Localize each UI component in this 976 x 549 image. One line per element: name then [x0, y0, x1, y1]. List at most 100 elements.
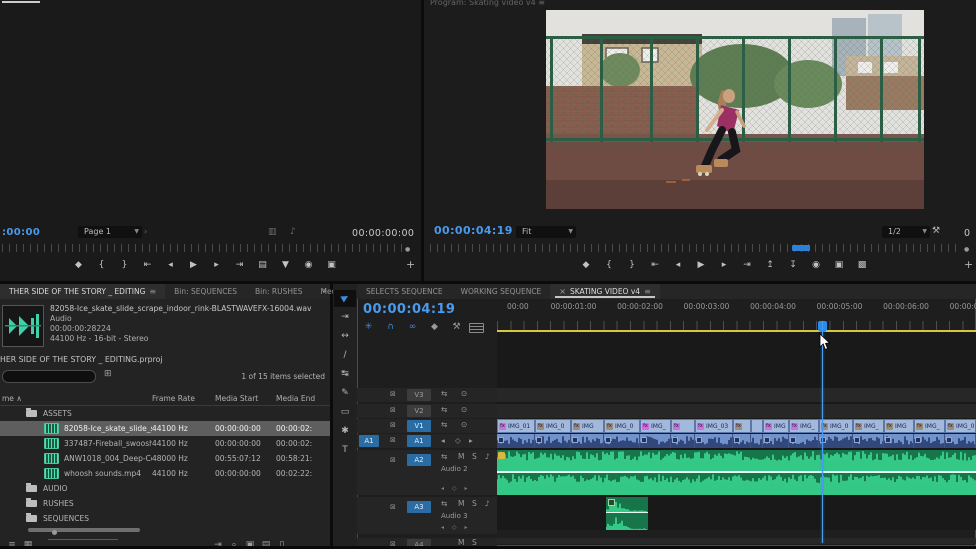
- button-editor-icon[interactable]: +: [406, 258, 415, 271]
- audio-clip-segment[interactable]: [884, 434, 914, 448]
- lock-icon[interactable]: ⊠: [390, 436, 396, 444]
- sync-lock-icon[interactable]: ⇆: [441, 405, 447, 414]
- track-label-a1[interactable]: A1: [407, 435, 431, 447]
- step-forward-icon[interactable]: ▸: [717, 257, 731, 273]
- rectangle-tool[interactable]: ▭: [334, 404, 356, 421]
- lock-icon[interactable]: ⊠: [390, 456, 396, 464]
- video-clip[interactable]: fx IMG_0: [604, 419, 640, 433]
- mute-button[interactable]: M: [458, 452, 464, 461]
- sync-lock-icon[interactable]: ⇆: [441, 389, 447, 398]
- column-media-start[interactable]: Media Start: [215, 394, 258, 403]
- playback-resolution-select[interactable]: 1/2 ▼: [882, 226, 930, 238]
- next-page-icon[interactable]: ›: [144, 227, 147, 236]
- ripple-edit-tool[interactable]: ↔: [334, 328, 356, 345]
- keyframe-controls[interactable]: ◂ ◇ ▸: [441, 485, 470, 492]
- insert-icon[interactable]: ▤: [256, 257, 270, 273]
- razor-tool[interactable]: ∕: [334, 347, 356, 364]
- track-label-v2[interactable]: V2: [407, 405, 431, 417]
- audio-clip-segment[interactable]: [751, 434, 763, 448]
- track-visibility-icon[interactable]: ⊙: [461, 405, 467, 414]
- audio-clip-segment[interactable]: [733, 434, 751, 448]
- bin-row[interactable]: SEQUENCES: [0, 511, 330, 526]
- drag-audio-icon[interactable]: ♪: [290, 227, 296, 237]
- zoom-handle-icon[interactable]: ●: [964, 246, 969, 253]
- audio-clip-a2[interactable]: [497, 450, 976, 495]
- add-keyframe-icon[interactable]: ◇: [455, 436, 461, 445]
- asset-row[interactable]: 82058-Ice_skate_slide_scrape_indoo44100 …: [0, 421, 330, 436]
- go-to-in-icon[interactable]: ⇤: [648, 257, 662, 273]
- mute-button[interactable]: M: [458, 499, 464, 508]
- audio-clip-segment[interactable]: [571, 434, 604, 448]
- panel-menu-icon[interactable]: ≡: [149, 284, 156, 299]
- audio-clip-segment[interactable]: [535, 434, 571, 448]
- column-media-end[interactable]: Media End: [276, 394, 315, 403]
- hand-tool[interactable]: ✱: [334, 423, 356, 440]
- play-icon[interactable]: ▶: [694, 257, 708, 273]
- audio-clip-segment[interactable]: [640, 434, 671, 448]
- solo-button[interactable]: S: [472, 452, 477, 461]
- mark-in-icon[interactable]: {: [95, 257, 109, 273]
- audio-clip-segment[interactable]: [789, 434, 819, 448]
- comparison-view-icon[interactable]: ▣: [325, 257, 339, 273]
- track-v2-content[interactable]: [497, 404, 976, 418]
- asset-row[interactable]: 337487-Fireball_swooshing_-flame_44100 H…: [0, 436, 330, 451]
- audio-clip-segment[interactable]: [945, 434, 976, 448]
- bin-row[interactable]: RUSHES: [0, 496, 330, 511]
- lift-icon[interactable]: ↥: [763, 257, 777, 273]
- video-clip[interactable]: fx IMG_0: [535, 419, 571, 433]
- program-scrub-ruler[interactable]: [430, 244, 962, 252]
- audio-clip-segment[interactable]: [695, 434, 733, 448]
- zoom-handle-icon[interactable]: ●: [405, 246, 410, 253]
- search-input[interactable]: [2, 370, 96, 383]
- audio-clip-segment[interactable]: [671, 434, 695, 448]
- track-visibility-icon[interactable]: ⊙: [461, 420, 467, 429]
- time-ruler[interactable]: 00:00 00:00:01:00 00:00:02:00 00:00:03:00 00…: [497, 300, 976, 330]
- button-editor-icon[interactable]: +: [964, 258, 973, 271]
- track-label-v1[interactable]: V1: [407, 420, 431, 432]
- export-frame-icon[interactable]: ◉: [302, 257, 316, 273]
- sync-lock-icon[interactable]: ⇆: [441, 499, 447, 508]
- lock-icon[interactable]: ⊠: [390, 390, 396, 398]
- drag-video-icon[interactable]: ▥: [268, 227, 277, 237]
- tab-skating-video-v4[interactable]: × SKATING VIDEO v4 ≡: [550, 284, 660, 299]
- track-visibility-icon[interactable]: ⊙: [461, 389, 467, 398]
- audio-clip-segment[interactable]: [914, 434, 945, 448]
- audio-clip-segment[interactable]: [853, 434, 884, 448]
- add-marker-icon[interactable]: ◆: [72, 257, 86, 273]
- video-clip[interactable]: fx IMG_: [789, 419, 819, 433]
- video-clip[interactable]: fx IMG: [763, 419, 789, 433]
- video-clip[interactable]: fx IMG_: [640, 419, 671, 433]
- pen-tool[interactable]: ✎: [334, 385, 356, 402]
- video-clip[interactable]: fx IMG: [884, 419, 914, 433]
- bin-row[interactable]: AUDIO: [0, 481, 330, 496]
- lock-icon[interactable]: ⊠: [390, 421, 396, 429]
- video-clip[interactable]: [751, 419, 763, 433]
- zoom-level-select[interactable]: Fit ▼: [516, 226, 576, 238]
- tab-ther-side-of-the-story-editing[interactable]: THER SIDE OF THE STORY _ EDITING ≡: [0, 284, 166, 299]
- track-v3-content[interactable]: [497, 388, 976, 402]
- track-label-v3[interactable]: V3: [407, 389, 431, 401]
- video-clip[interactable]: fx IMG_: [914, 419, 945, 433]
- play-icon[interactable]: ▶: [187, 257, 201, 273]
- export-frame-icon[interactable]: ◉: [809, 257, 823, 273]
- video-clip[interactable]: fx IMG_0: [945, 419, 976, 433]
- go-to-out-icon[interactable]: ⇥: [233, 257, 247, 273]
- slip-tool[interactable]: ↹: [334, 366, 356, 383]
- video-clip[interactable]: fx IMG_01: [497, 419, 535, 433]
- audio-clip-segment[interactable]: [763, 434, 789, 448]
- comparison-view-icon[interactable]: ▣: [832, 257, 846, 273]
- track-a4-content[interactable]: [497, 538, 976, 544]
- extract-icon[interactable]: ↧: [786, 257, 800, 273]
- type-tool[interactable]: T: [334, 442, 356, 459]
- bin-row[interactable]: ASSETS: [0, 406, 330, 421]
- step-back-icon[interactable]: ◂: [671, 257, 685, 273]
- audio-clip-segment[interactable]: [604, 434, 640, 448]
- mark-out-icon[interactable]: }: [118, 257, 132, 273]
- zoom-slider[interactable]: [48, 530, 138, 546]
- panel-menu-icon[interactable]: ≡: [644, 284, 651, 299]
- overwrite-icon[interactable]: ▼: [279, 257, 293, 273]
- next-keyframe-icon[interactable]: ▸: [469, 436, 473, 445]
- video-clip[interactable]: fx IMG_: [853, 419, 884, 433]
- multi-camera-icon[interactable]: ▩: [855, 257, 869, 273]
- close-tab-icon[interactable]: ×: [559, 284, 566, 299]
